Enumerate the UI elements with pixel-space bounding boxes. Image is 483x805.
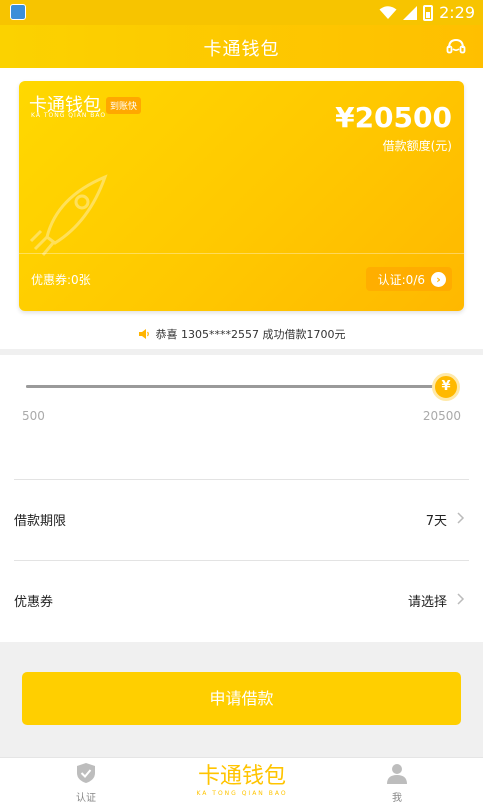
chevron-right-icon: [457, 512, 465, 524]
rocket-icon: [29, 174, 108, 256]
card-divider: [19, 253, 464, 254]
credit-amount-label: 借款额度(元): [382, 139, 452, 153]
nav-label-certify: 认证: [76, 793, 96, 804]
chevron-right-icon: ›: [431, 271, 446, 287]
slider-min-label: 500: [22, 409, 45, 423]
loan-term-value: 7天: [425, 514, 447, 529]
nav-item-certify[interactable]: 认证: [56, 762, 116, 804]
clock: 2:29: [439, 3, 475, 22]
nav-label-me: 我: [392, 793, 402, 804]
amount-slider-section: ¥ 500 20500: [0, 355, 483, 479]
signal-icon: [403, 5, 418, 20]
status-bar: 2:29: [0, 0, 483, 25]
loan-term-row[interactable]: 借款期限 7天: [0, 480, 483, 560]
nav-home-logo-subtext: KA TONG QIAN BAO: [196, 790, 288, 797]
credit-card: 卡通钱包 KA TONG QIAN BAO 到账快 ¥20500 借款额度(元)…: [19, 81, 464, 311]
certification-label: 认证:0/6: [377, 272, 425, 287]
notice-text: 恭喜 1305****2557 成功借款1700元: [155, 328, 346, 341]
fast-arrival-tag: 到账快: [106, 97, 142, 114]
customer-service-icon[interactable]: [445, 36, 467, 58]
chevron-right-icon: [457, 593, 465, 605]
coupon-label: 优惠券: [14, 595, 54, 610]
speaker-icon: [138, 329, 149, 339]
coupon-count: 优惠券:0张: [31, 273, 91, 287]
loan-options: 借款期限 7天 优惠券 请选择: [0, 479, 483, 642]
nav-home-logo: 卡通钱包: [197, 764, 286, 789]
coupon-row[interactable]: 优惠券 请选择: [0, 561, 483, 641]
amount-slider-thumb[interactable]: ¥: [432, 373, 460, 401]
header: 卡通钱包: [0, 25, 483, 68]
amount-slider-track[interactable]: [26, 385, 446, 388]
user-icon: [387, 764, 407, 784]
bottom-nav: 认证 卡通钱包 KA TONG QIAN BAO 我: [0, 757, 483, 805]
shield-check-icon: [77, 763, 95, 783]
system-icons: 2:29: [379, 3, 475, 22]
top-section: 卡通钱包 KA TONG QIAN BAO 到账快 ¥20500 借款额度(元)…: [0, 68, 483, 349]
certification-button[interactable]: 认证:0/6 ›: [365, 267, 452, 291]
coupon-value: 请选择: [407, 595, 447, 610]
loan-notice: 恭喜 1305****2557 成功借款1700元: [0, 326, 483, 342]
credit-amount: ¥20500: [335, 101, 452, 134]
nav-item-me[interactable]: 我: [367, 762, 427, 804]
nav-item-home[interactable]: 卡通钱包 KA TONG QIAN BAO: [190, 764, 294, 802]
app-notification-icon: [10, 4, 26, 20]
loan-term-label: 借款期限: [14, 514, 67, 529]
slider-max-label: 20500: [422, 409, 461, 423]
page-title: 卡通钱包: [203, 39, 280, 60]
amount-slider-fill: [26, 385, 446, 388]
apply-loan-button[interactable]: 申请借款: [22, 672, 461, 725]
battery-icon: [423, 4, 434, 21]
card-logo-subtext: KA TONG QIAN BAO: [31, 112, 107, 119]
wifi-icon: [379, 5, 397, 19]
